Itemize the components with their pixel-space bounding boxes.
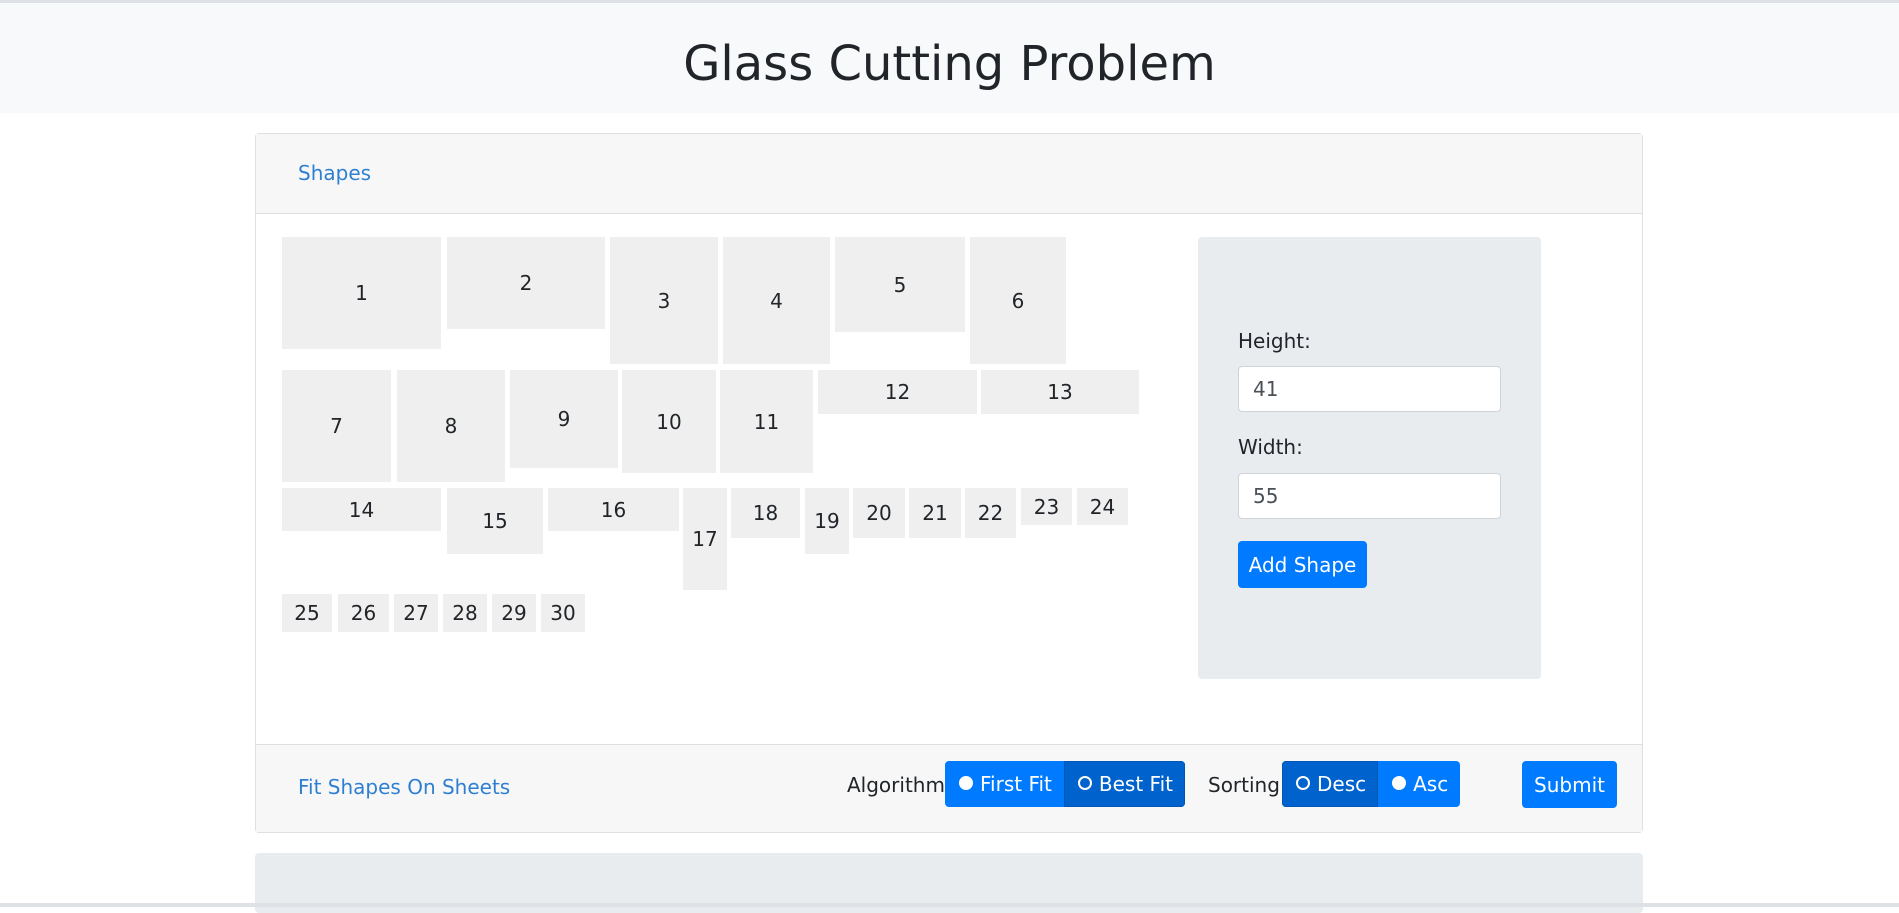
shape-item[interactable]: 27 <box>394 594 438 632</box>
bottom-border <box>0 903 1899 907</box>
shape-item[interactable]: 14 <box>282 488 441 531</box>
shape-item[interactable]: 3 <box>610 237 718 364</box>
algorithm-option-label: Best Fit <box>1098 772 1173 796</box>
shape-item[interactable]: 2 <box>447 237 605 329</box>
algorithm-option-label: First Fit <box>980 772 1052 796</box>
width-input[interactable] <box>1238 473 1501 519</box>
shape-item[interactable]: 19 <box>805 488 849 554</box>
shape-item[interactable]: 24 <box>1077 488 1128 525</box>
shape-item[interactable]: 11 <box>720 370 813 473</box>
shape-item[interactable]: 16 <box>548 488 679 531</box>
fit-shapes-link[interactable]: Fit Shapes On Sheets <box>298 775 510 799</box>
shape-item[interactable]: 17 <box>683 488 727 590</box>
sorting-label: Sorting: <box>1208 773 1287 797</box>
shape-item[interactable]: 15 <box>447 488 543 554</box>
shape-item[interactable]: 29 <box>492 594 536 632</box>
shape-item[interactable]: 7 <box>282 370 391 482</box>
submit-button[interactable]: Submit <box>1522 761 1617 808</box>
shape-item[interactable]: 26 <box>338 594 389 632</box>
width-label: Width: <box>1238 435 1303 459</box>
shapes-tab-link[interactable]: Shapes <box>298 161 371 185</box>
sorting-option-desc[interactable]: Desc <box>1282 761 1379 807</box>
shape-item[interactable]: 1 <box>282 237 441 349</box>
sorting-option-label: Asc <box>1413 772 1449 796</box>
shape-item[interactable]: 8 <box>397 370 505 482</box>
sorting-option-label: Desc <box>1317 772 1367 796</box>
shape-item[interactable]: 18 <box>731 488 800 538</box>
algorithm-option-first-fit[interactable]: First Fit <box>945 761 1064 807</box>
shape-item[interactable]: 4 <box>723 237 830 364</box>
shapes-card-header: Shapes <box>256 134 1642 214</box>
algorithm-label: Algorithm: <box>847 773 952 797</box>
add-shape-panel: Height: Width: Add Shape <box>1198 237 1541 679</box>
shape-item[interactable]: 5 <box>835 237 965 332</box>
shapes-card: Shapes 1 2 3 4 5 6 7 8 9 10 11 12 13 14 … <box>255 133 1643 833</box>
sorting-option-asc[interactable]: Asc <box>1378 761 1461 807</box>
shape-item[interactable]: 6 <box>970 237 1066 364</box>
algorithm-toggle-group: First Fit Best Fit <box>945 761 1185 807</box>
shape-item[interactable]: 30 <box>541 594 585 632</box>
height-label: Height: <box>1238 329 1311 353</box>
shape-item[interactable]: 23 <box>1021 488 1072 525</box>
shape-item[interactable]: 22 <box>965 488 1016 538</box>
radio-filled-icon <box>959 775 973 790</box>
shape-item[interactable]: 25 <box>282 594 332 632</box>
page-title: Glass Cutting Problem <box>683 36 1216 92</box>
shape-item[interactable]: 20 <box>853 488 905 538</box>
algorithm-option-best-fit[interactable]: Best Fit <box>1063 761 1185 807</box>
sorting-toggle-group: Desc Asc <box>1282 761 1461 807</box>
shape-item[interactable]: 9 <box>510 370 618 468</box>
radio-filled-icon <box>1392 775 1407 790</box>
radio-empty-icon <box>1077 775 1092 790</box>
shape-item[interactable]: 10 <box>622 370 716 473</box>
fit-card-footer: Fit Shapes On Sheets Algorithm: First Fi… <box>256 744 1642 832</box>
shape-item[interactable]: 28 <box>443 594 487 632</box>
shape-item[interactable]: 12 <box>818 370 977 414</box>
radio-empty-icon <box>1296 775 1310 790</box>
shape-item[interactable]: 13 <box>981 370 1139 414</box>
page-header: Glass Cutting Problem <box>0 3 1899 113</box>
add-shape-button[interactable]: Add Shape <box>1238 541 1367 588</box>
height-input[interactable] <box>1238 366 1501 412</box>
shape-item[interactable]: 21 <box>909 488 961 538</box>
